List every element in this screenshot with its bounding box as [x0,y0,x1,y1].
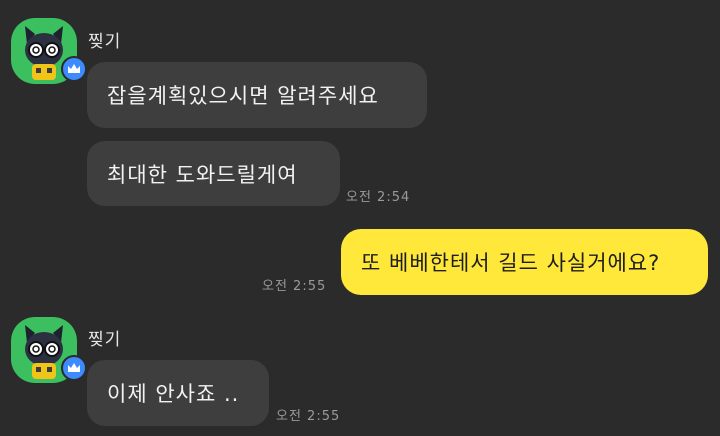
message-text: 최대한 도와드릴게여 [107,162,298,187]
sender-name: 찢기 [88,330,122,350]
sender-name: 찢기 [88,32,122,52]
crown-icon [61,355,87,381]
message-text: 또 베베한테서 길드 사실거에요? [361,251,661,275]
message-bubble[interactable]: 또 베베한테서 길드 사실거에요? [341,229,708,295]
crown-icon [61,56,87,82]
message-timestamp: 오전 2:55 [262,279,327,294]
message-timestamp: 오전 2:55 [276,409,341,424]
message-timestamp: 오전 2:54 [346,190,411,205]
message-bubble[interactable]: 잡을계획있으시면 알려주세요 [87,62,427,128]
message-bubble[interactable]: 이제 안사죠 .. [87,360,269,426]
message-bubble[interactable]: 최대한 도와드릴게여 [87,141,340,206]
sender-avatar[interactable] [11,317,87,383]
message-text: 이제 안사죠 .. [107,382,240,406]
message-text: 잡을계획있으시면 알려주세요 [107,84,379,108]
sender-avatar[interactable] [11,18,87,84]
